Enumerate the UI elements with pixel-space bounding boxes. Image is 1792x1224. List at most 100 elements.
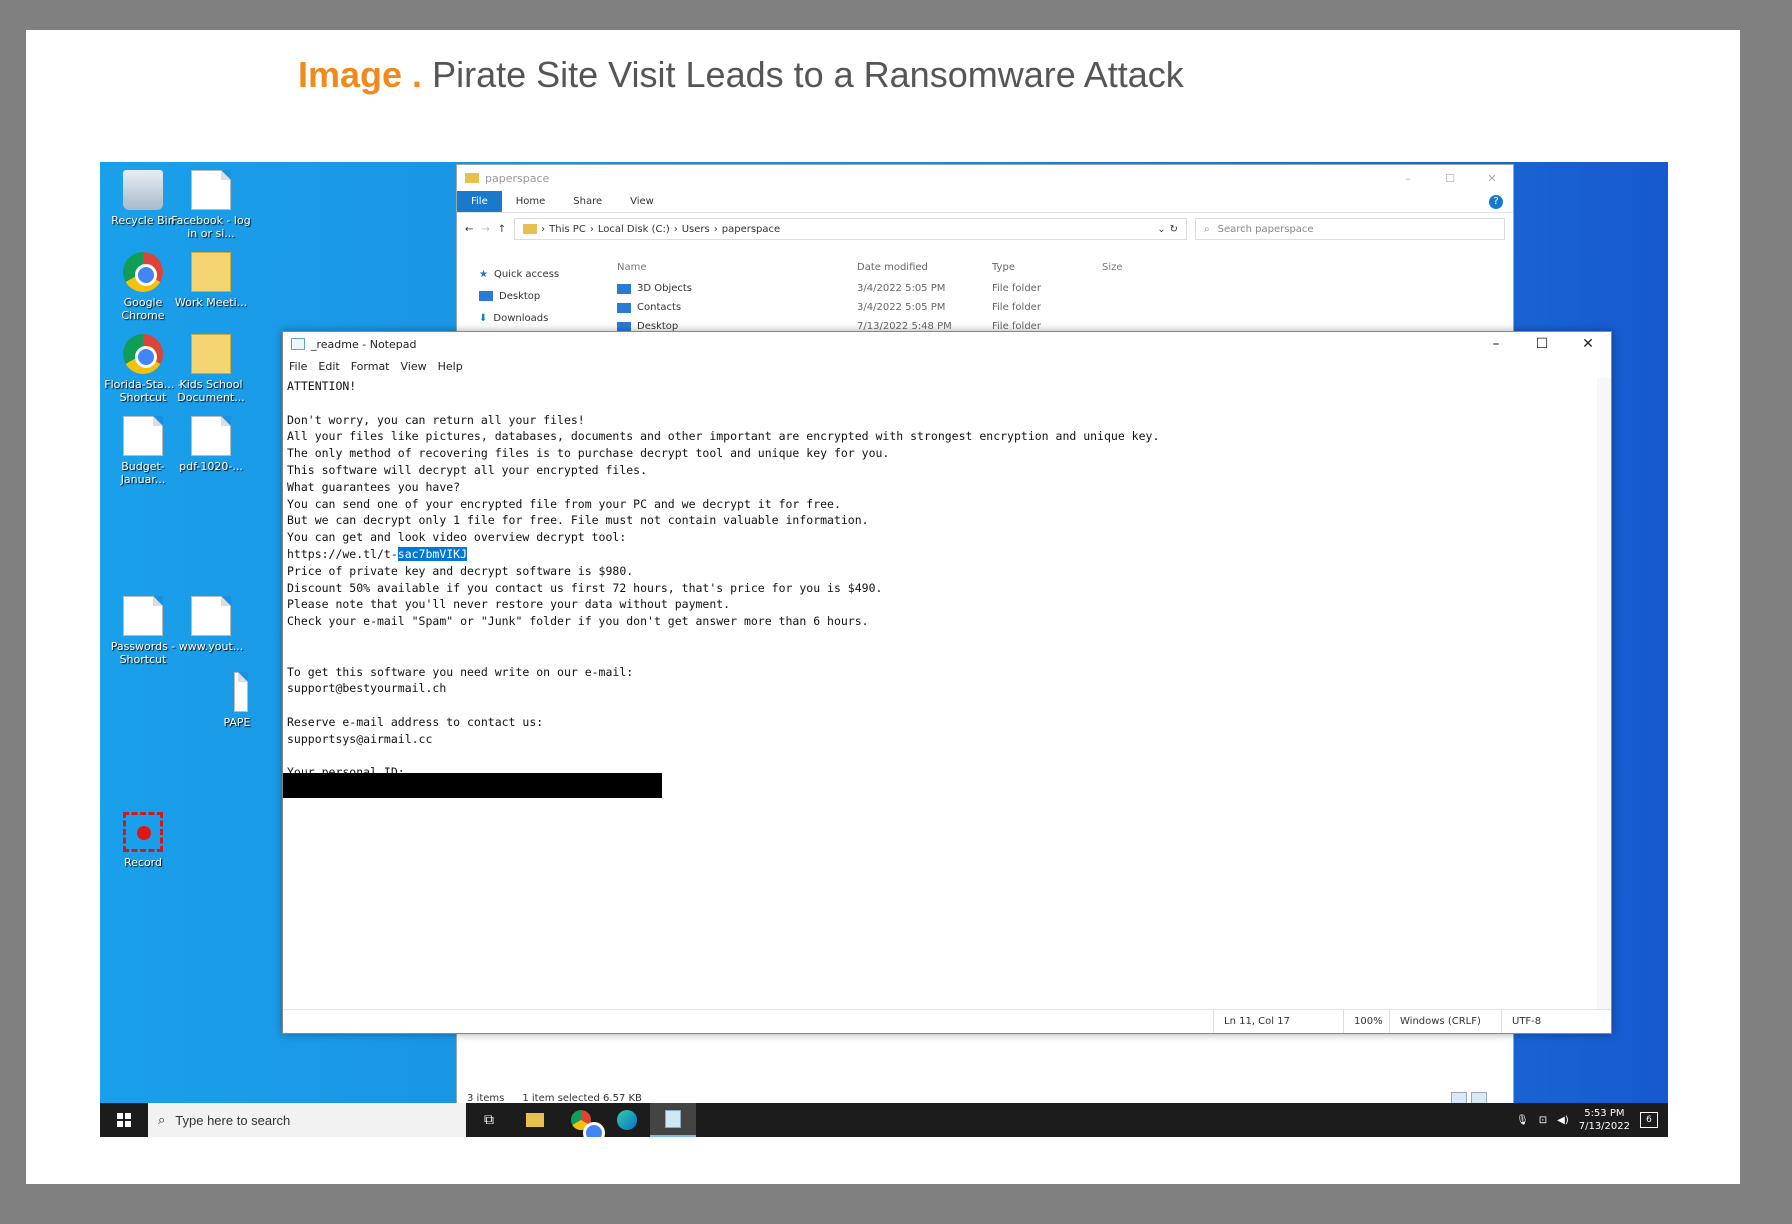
microphone-icon[interactable]: 🎙 (1516, 1115, 1529, 1126)
address-bar[interactable]: › This PC › Local Disk (C:) › Users › pa… (514, 218, 1187, 240)
breadcrumb-sep: › (541, 223, 546, 235)
search-placeholder: Search paperspace (1217, 223, 1314, 235)
close-button[interactable]: ✕ (1471, 172, 1513, 185)
notepad-statusbar: Ln 11, Col 17 100% Windows (CRLF) UTF-8 (283, 1009, 1611, 1033)
desktop-icon-facebook[interactable]: Facebook - log in or si... (170, 170, 252, 240)
redaction-bar (283, 773, 662, 798)
url-prefix: https://we.tl/t- (287, 546, 398, 561)
minimize-button[interactable]: – (1387, 172, 1429, 185)
desktop-icon-label: www.yout... (178, 640, 244, 653)
desktop-icon-pape[interactable]: PAPE (220, 672, 254, 729)
task-view-button[interactable]: ⧉ (466, 1103, 512, 1137)
breadcrumb-this-pc[interactable]: This PC (549, 224, 586, 235)
text-line: All your files like pictures, databases,… (287, 429, 1160, 444)
text-line: Please note that you'll never restore yo… (287, 597, 731, 612)
desktop-icon-label: PAPE (223, 716, 251, 729)
menu-format[interactable]: Format (351, 360, 390, 373)
clock-time: 5:53 PM (1584, 1108, 1625, 1119)
tab-home[interactable]: Home (502, 191, 560, 212)
text-line: Check your e-mail "Spam" or "Junk" folde… (287, 614, 869, 629)
desktop-icon-kids-school[interactable]: Kids School Document... (170, 334, 252, 404)
desktop-icon-label: Record (123, 856, 162, 869)
notepad-window: _readme - Notepad – ☐ ✕ File Edit Format… (282, 331, 1612, 1034)
taskbar-notepad[interactable] (650, 1103, 696, 1137)
download-icon: ⬇ (479, 312, 488, 324)
tab-file[interactable]: File (457, 191, 502, 212)
star-icon: ★ (479, 268, 488, 280)
file-date: 3/4/2022 5:05 PM (857, 283, 946, 294)
up-arrow-icon[interactable]: ↑ (498, 224, 506, 235)
item-count: 3 items (467, 1092, 505, 1104)
help-icon[interactable]: ? (1489, 195, 1503, 209)
nav-downloads[interactable]: ⬇ Downloads (479, 307, 589, 329)
desktop-icon-youtube[interactable]: www.yout... (170, 596, 252, 653)
text-line (287, 630, 1595, 647)
text-line (287, 647, 1595, 664)
breadcrumb-users[interactable]: Users (682, 224, 710, 235)
document-icon (234, 672, 248, 712)
breadcrumb-local-disk[interactable]: Local Disk (C:) (598, 224, 670, 235)
taskbar-chrome[interactable] (558, 1103, 605, 1137)
column-date-modified[interactable]: Date modified (857, 262, 992, 273)
column-name[interactable]: Name (617, 262, 857, 273)
folder-icon (465, 173, 479, 183)
breadcrumb-paperspace[interactable]: paperspace (722, 224, 780, 235)
desktop-icon-record[interactable]: Record (102, 812, 184, 869)
desktop-icon-label: pdf-1020-... (179, 460, 243, 473)
menu-file[interactable]: File (289, 360, 307, 373)
back-arrow-icon[interactable]: ← (465, 224, 473, 235)
nav-label: Quick access (493, 268, 560, 280)
taskbar-search-input[interactable]: ⌕ Type here to search (148, 1103, 466, 1137)
line-ending: Windows (CRLF) (1389, 1010, 1501, 1033)
notepad-icon (665, 1110, 681, 1128)
taskbar-search-placeholder: Type here to search (175, 1112, 291, 1128)
chrome-icon (571, 1110, 605, 1137)
text-line (287, 697, 1595, 714)
text-line: The only method of recovering files is t… (287, 446, 890, 461)
network-icon[interactable]: ⊡ (1539, 1115, 1547, 1126)
maximize-button[interactable]: ☐ (1429, 172, 1471, 185)
file-row[interactable]: 3D Objects 3/4/2022 5:05 PM File folder (617, 279, 1217, 298)
column-size[interactable]: Size (1102, 262, 1123, 273)
forward-arrow-icon[interactable]: → (481, 224, 489, 235)
volume-icon[interactable]: ◀) (1557, 1115, 1569, 1126)
text-line: supportsys@airmail.cc (287, 731, 433, 746)
menu-view[interactable]: View (401, 360, 427, 373)
chrome-shortcut-icon (123, 334, 163, 374)
windows-logo-icon (117, 1113, 131, 1127)
text-line (287, 748, 1595, 765)
tab-share[interactable]: Share (559, 191, 616, 212)
desktop-icon-work-meeting[interactable]: Work Meeti... (170, 252, 252, 309)
minimize-button[interactable]: – (1473, 336, 1519, 352)
clock[interactable]: 5:53 PM 7/13/2022 (1579, 1107, 1630, 1133)
notepad-text-area[interactable]: ATTENTION! Don't worry, you can return a… (283, 378, 1595, 1009)
taskbar-edge[interactable] (604, 1103, 650, 1137)
url-line: https://we.tl/t-sac7bmVIKJ (287, 546, 1595, 563)
file-date: 3/4/2022 5:05 PM (857, 302, 946, 313)
taskbar-file-explorer[interactable] (512, 1103, 558, 1137)
explorer-ribbon: File Home Share View ? (457, 191, 1513, 213)
text-line: Price of private key and decrypt softwar… (287, 563, 634, 578)
chevron-down-icon[interactable]: ⌄ (1157, 224, 1165, 235)
tab-view[interactable]: View (616, 191, 668, 212)
start-button[interactable] (100, 1103, 148, 1137)
nav-desktop[interactable]: Desktop (479, 285, 589, 307)
text-line: What guarantees you have? (287, 479, 461, 494)
nav-quick-access[interactable]: ★ Quick access (479, 263, 589, 285)
menu-edit[interactable]: Edit (318, 360, 339, 373)
breadcrumb-sep: › (673, 223, 678, 235)
refresh-icon[interactable]: ↻ (1170, 224, 1178, 235)
desktop-icon-pdf[interactable]: pdf-1020-... (170, 416, 252, 473)
explorer-search-input[interactable]: ⌕ Search paperspace (1195, 218, 1505, 240)
notification-icon[interactable]: 6 (1640, 1112, 1658, 1128)
menu-help[interactable]: Help (438, 360, 463, 373)
text-line: Don't worry, you can return all your fil… (287, 412, 585, 427)
document-icon (191, 170, 231, 210)
close-button[interactable]: ✕ (1565, 336, 1611, 352)
vertical-scrollbar[interactable] (1597, 378, 1611, 1009)
file-row[interactable]: Contacts 3/4/2022 5:05 PM File folder (617, 298, 1217, 317)
nav-label: Desktop (499, 290, 541, 302)
maximize-button[interactable]: ☐ (1519, 336, 1565, 352)
column-type[interactable]: Type (992, 262, 1102, 273)
notepad-title: _readme - Notepad (311, 337, 417, 351)
